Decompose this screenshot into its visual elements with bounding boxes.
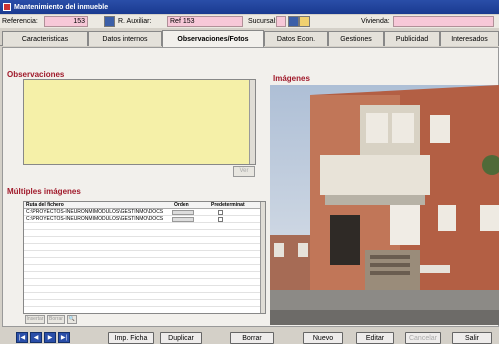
imp-ficha-button[interactable]: Imp. Ficha — [108, 332, 154, 344]
observaciones-textarea[interactable] — [23, 79, 256, 165]
next-record-icon[interactable]: ▶ — [44, 332, 56, 343]
ver-button[interactable]: Ver — [233, 166, 255, 177]
tab-gestiones[interactable]: Gestiones — [328, 31, 384, 46]
default-checkbox[interactable] — [218, 210, 223, 215]
row-path: C:\PROYECTOS-INEURONMIMODULOS\GESTINMO\D… — [26, 216, 164, 222]
search-icon[interactable]: 🔍 — [67, 315, 77, 324]
tab-publicidad[interactable]: Publicidad — [384, 31, 440, 46]
tab-datos-internos[interactable]: Datos internos — [88, 31, 162, 46]
default-checkbox[interactable] — [218, 217, 223, 222]
nuevo-button[interactable]: Nuevo — [303, 332, 343, 344]
col-ruta: Ruta del fichero — [26, 202, 64, 208]
order-field[interactable] — [172, 217, 194, 222]
tab-caracteristicas[interactable]: Caracteristicas — [2, 31, 88, 46]
header-row: Referencia: 153 R. Auxiliar: Ref 153 Suc… — [0, 15, 499, 28]
table-row — [24, 279, 265, 286]
insertar-button[interactable]: Insertar — [25, 315, 45, 324]
col-predeterminado: Predeterminat — [211, 202, 245, 208]
table-row[interactable]: C:\PROYECTOS-INEURONMIMODULOS\GESTINMO\D… — [24, 216, 265, 223]
bottom-toolbar: |◀ ◀ ▶ ▶| Imp. Ficha Duplicar Borrar Nue… — [0, 330, 499, 344]
referencia-field[interactable]: 153 — [44, 16, 88, 27]
first-record-icon[interactable]: |◀ — [16, 332, 28, 343]
table-row[interactable]: C:\PROYECTOS-INEURONMIMODULOS\GESTINMO\D… — [24, 209, 265, 216]
sucursal-lookup-icon[interactable] — [288, 16, 299, 27]
vivienda-field[interactable] — [393, 16, 494, 27]
grid-scrollbar[interactable] — [260, 202, 265, 313]
tab-observaciones-fotos[interactable]: Observaciones/Fotos — [162, 30, 264, 47]
window-title: Mantenimiento del inmueble — [14, 3, 109, 11]
observaciones-scrollbar[interactable] — [249, 80, 255, 164]
table-row — [24, 265, 265, 272]
window-title-bar: Mantenimiento del inmueble — [0, 0, 499, 14]
table-row — [24, 272, 265, 279]
multiples-imagenes-title: Múltiples imágenes — [7, 187, 81, 196]
table-row — [24, 293, 265, 300]
table-row — [24, 258, 265, 265]
table-row — [24, 244, 265, 251]
tab-bar: Caracteristicas Datos internos Observaci… — [0, 30, 499, 47]
sucursal-field[interactable] — [276, 16, 286, 27]
imagenes-title: Imágenes — [273, 74, 310, 83]
row-path: C:\PROYECTOS-INEURONMIMODULOS\GESTINMO\D… — [26, 209, 164, 215]
sucursal-edit-icon[interactable] — [299, 16, 310, 27]
previous-record-icon[interactable]: ◀ — [30, 332, 42, 343]
cancelar-button[interactable]: Cancelar — [405, 332, 441, 344]
observaciones-title: Observaciones — [7, 70, 65, 79]
building-photo — [270, 85, 499, 325]
multiples-imagenes-grid[interactable]: Ruta del fichero Orden Predeterminat C:\… — [23, 201, 266, 314]
table-row — [24, 230, 265, 237]
last-record-icon[interactable]: ▶| — [58, 332, 70, 343]
aux-label: R. Auxiliar: — [118, 18, 152, 25]
borrar-button[interactable]: Borrar — [230, 332, 274, 344]
borrar-image-button[interactable]: Borrar — [47, 315, 65, 324]
referencia-lookup-icon[interactable] — [104, 16, 115, 27]
property-photo — [270, 85, 499, 325]
col-orden: Orden — [174, 202, 189, 208]
table-row — [24, 300, 265, 307]
vivienda-label: Vivienda: — [361, 18, 390, 25]
order-field[interactable] — [172, 210, 194, 215]
tab-datos-econ[interactable]: Datos Econ. — [264, 31, 328, 46]
duplicar-button[interactable]: Duplicar — [160, 332, 202, 344]
table-row — [24, 223, 265, 230]
salir-button[interactable]: Salir — [452, 332, 492, 344]
tab-interesados[interactable]: Interesados — [440, 31, 499, 46]
sucursal-label: Sucursal: — [248, 18, 278, 25]
table-row — [24, 251, 265, 258]
aux-field[interactable]: Ref 153 — [167, 16, 243, 27]
editar-button[interactable]: Editar — [356, 332, 394, 344]
grid-header: Ruta del fichero Orden Predeterminat — [24, 202, 265, 209]
referencia-label: Referencia: — [2, 18, 38, 25]
app-icon — [3, 3, 11, 11]
table-row — [24, 237, 265, 244]
table-row — [24, 286, 265, 293]
